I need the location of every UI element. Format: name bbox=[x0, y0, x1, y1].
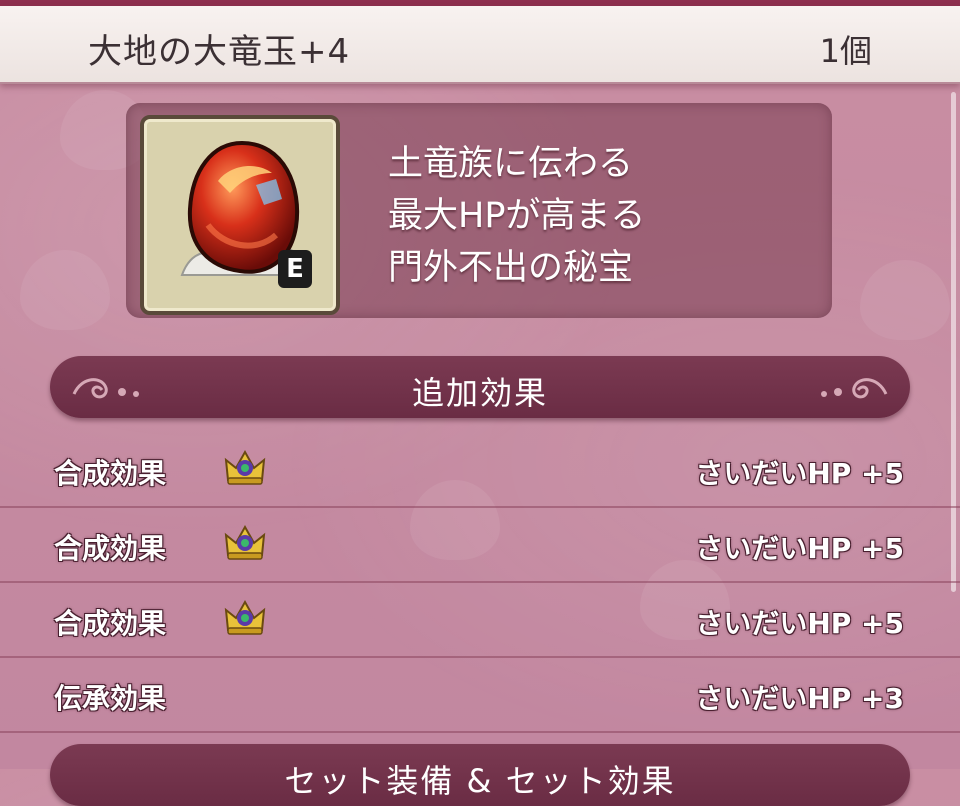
effect-value: さいだいHP +5 bbox=[695, 607, 904, 640]
slime-watermark bbox=[860, 260, 950, 340]
effect-label: 合成効果 bbox=[54, 607, 167, 640]
ornament-flourish-icon bbox=[821, 378, 888, 399]
effect-label: 合成効果 bbox=[54, 457, 167, 490]
effect-value: さいだいHP +5 bbox=[695, 457, 904, 490]
effect-label: 伝承効果 bbox=[54, 682, 167, 715]
description-line: 門外不出の秘宝 bbox=[388, 248, 634, 288]
crown-icon bbox=[224, 524, 266, 560]
section-title: セット装備 & セット効果 bbox=[284, 762, 676, 800]
effect-row[interactable]: 合成効果 さいだいHP +5 bbox=[0, 432, 960, 508]
crown-icon bbox=[224, 449, 266, 485]
crown-icon bbox=[224, 599, 266, 635]
section-title: 追加効果 bbox=[411, 374, 548, 412]
item-description: 土竜族に伝わる 最大HPが高まる 門外不出の秘宝 bbox=[388, 138, 645, 294]
item-title-bar: 大地の大竜玉+4 1個 bbox=[0, 6, 960, 84]
slime-watermark bbox=[20, 250, 110, 330]
item-name: 大地の大竜玉+4 bbox=[88, 32, 351, 72]
effect-value: さいだいHP +5 bbox=[695, 532, 904, 565]
effect-label: 合成効果 bbox=[54, 532, 167, 565]
effect-row[interactable]: 合成効果 さいだいHP +5 bbox=[0, 582, 960, 658]
set-effects-header: セット装備 & セット効果 bbox=[50, 744, 910, 806]
description-line: 土竜族に伝わる bbox=[388, 144, 634, 184]
effect-value: さいだいHP +3 bbox=[695, 682, 904, 715]
equipped-badge: E bbox=[278, 250, 312, 288]
effect-row[interactable]: 合成効果 さいだいHP +5 bbox=[0, 507, 960, 583]
effect-row[interactable]: 伝承効果 さいだいHP +3 bbox=[0, 657, 960, 733]
additional-effects-header: 追加効果 bbox=[50, 356, 910, 418]
description-line: 最大HPが高まる bbox=[388, 196, 646, 236]
item-quantity: 1個 bbox=[819, 32, 872, 70]
